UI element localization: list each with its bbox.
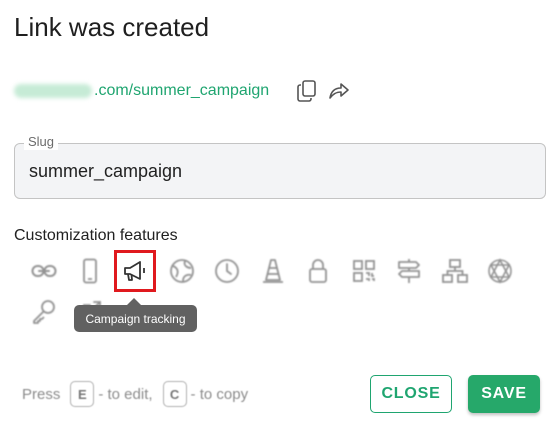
slug-value[interactable]: summer_campaign [29,161,182,182]
globe-icon[interactable] [166,255,198,287]
feature-tooltip: Campaign tracking [74,305,197,332]
network-icon[interactable] [484,255,516,287]
clock-icon[interactable] [211,255,243,287]
traffic-cone-icon[interactable] [257,255,289,287]
short-link[interactable]: .com/summer_campaign [14,80,269,102]
hint-copy-text: - to copy [190,385,249,403]
link-icon[interactable] [28,255,60,287]
sitemap-icon[interactable] [439,255,471,287]
mobile-phone-icon[interactable] [74,255,106,287]
copy-icon[interactable] [294,78,320,104]
dialog-title: Link was created [14,12,210,42]
save-button[interactable]: SAVE [468,375,540,413]
keyboard-hint: Press E - to edit, C - to copy [22,380,248,408]
features-label: Customization features [14,227,178,244]
hint-press: Press [22,385,61,403]
megaphone-icon[interactable] [114,250,156,292]
hint-edit-text: - to edit, [98,385,153,403]
key-icon[interactable] [28,296,60,328]
tooltip-arrow [127,298,141,305]
signpost-icon[interactable] [393,255,425,287]
link-path[interactable]: .com/summer_campaign [94,82,269,100]
close-button[interactable]: CLOSE [370,375,452,413]
copy-key: C [162,381,187,407]
link-domain-redacted [14,84,92,98]
edit-key: E [70,381,95,407]
share-icon[interactable] [326,78,352,104]
slug-input[interactable]: summer_campaign [14,143,546,199]
lock-icon[interactable] [302,255,334,287]
qr-code-icon[interactable] [348,255,380,287]
slug-label: Slug [24,134,59,150]
